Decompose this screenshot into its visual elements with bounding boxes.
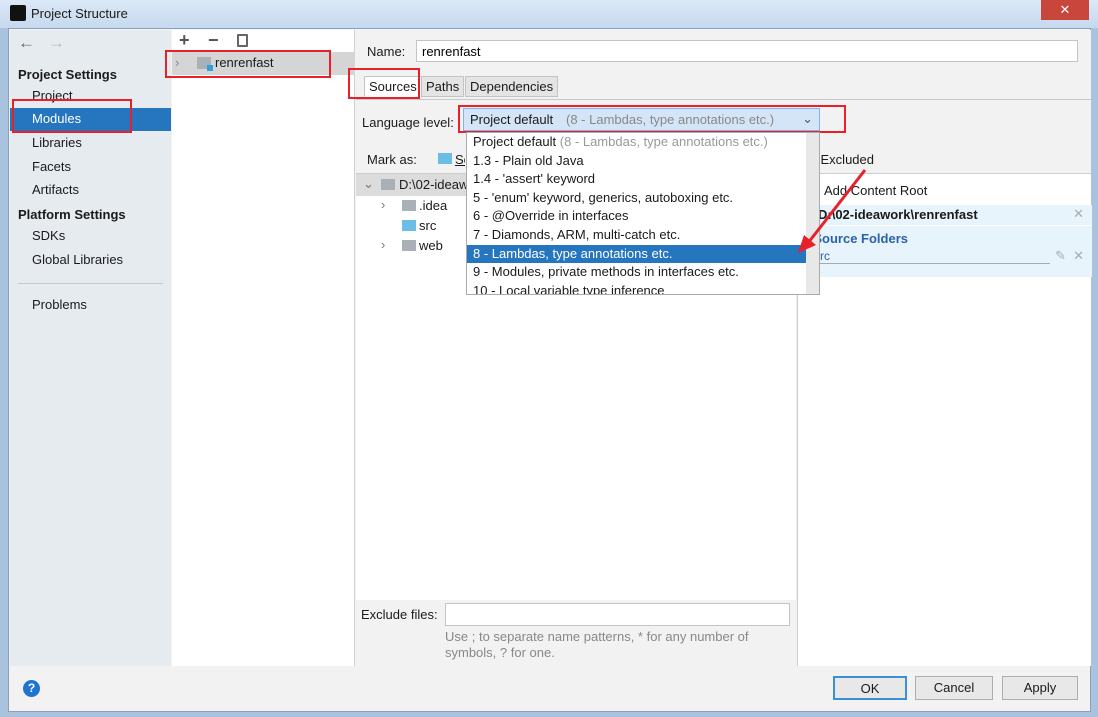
- dropdown-option[interactable]: 5 - 'enum' keyword, generics, autoboxing…: [467, 189, 819, 208]
- annotation-arrow: [798, 169, 867, 253]
- folder-icon: [402, 240, 416, 251]
- tab-paths[interactable]: Paths: [421, 76, 465, 97]
- tree-label: D:\02-ideawork\renrenfast: [399, 177, 469, 192]
- edit-pencil-icon[interactable]: ✎: [1055, 248, 1066, 264]
- section-platform-settings: Platform Settings: [18, 207, 126, 222]
- dropdown-option[interactable]: 9 - Modules, private methods in interfac…: [467, 263, 819, 282]
- folder-icon: [402, 200, 416, 211]
- annotation-box: [348, 68, 420, 99]
- copy-icon[interactable]: [237, 34, 248, 47]
- exclude-files-label: Exclude files:: [361, 607, 438, 622]
- dropdown-option[interactable]: Project default (8 - Lambdas, type annot…: [467, 133, 819, 152]
- apply-button[interactable]: Apply: [1002, 676, 1078, 700]
- annotation-box: [458, 105, 846, 133]
- title-bar: Project Structure ✕: [0, 0, 1098, 28]
- remove-icon[interactable]: −: [208, 30, 219, 51]
- window-title: Project Structure: [31, 6, 128, 21]
- forward-arrow-icon[interactable]: →: [48, 33, 65, 53]
- close-button[interactable]: ✕: [1041, 0, 1089, 20]
- dropdown-option[interactable]: 10 - Local variable type inference: [467, 282, 819, 294]
- sidebar-item-sdks[interactable]: SDKs: [32, 228, 65, 243]
- intellij-logo-icon: [10, 5, 26, 21]
- cancel-button[interactable]: Cancel: [915, 676, 993, 700]
- dropdown-option[interactable]: 6 - @Override in interfaces: [467, 207, 819, 226]
- mark-sources-button[interactable]: Sources: [455, 152, 465, 167]
- exclude-files-input[interactable]: [445, 603, 790, 626]
- tree-label: web: [419, 238, 443, 253]
- dropdown-option[interactable]: 1.3 - Plain old Java: [467, 152, 819, 171]
- back-arrow-icon[interactable]: ←: [18, 33, 35, 53]
- dropdown-option[interactable]: 7 - Diamonds, ARM, multi-catch etc.: [467, 226, 819, 245]
- mark-as-label: Mark as:: [367, 152, 417, 167]
- tree-label: src: [419, 218, 437, 233]
- sidebar-item-artifacts[interactable]: Artifacts: [32, 182, 79, 197]
- chevron-down-icon[interactable]: ⌄: [363, 176, 374, 192]
- close-icon[interactable]: ✕: [1073, 248, 1084, 264]
- section-project-settings: Project Settings: [18, 67, 117, 82]
- source-folder-icon: [402, 220, 416, 231]
- name-input[interactable]: [416, 40, 1078, 62]
- dropdown-option-selected[interactable]: 8 - Lambdas, type annotations etc.: [467, 244, 806, 264]
- sidebar-item-problems[interactable]: Problems: [32, 297, 87, 312]
- module-list: + − › renrenfast: [172, 30, 355, 666]
- chevron-right-icon[interactable]: ›: [381, 237, 385, 252]
- name-label: Name:: [367, 44, 406, 59]
- tab-dependencies[interactable]: Dependencies: [465, 76, 559, 97]
- language-level-label: Language level:: [362, 115, 454, 130]
- sidebar-item-global-libraries[interactable]: Global Libraries: [32, 252, 123, 267]
- language-level-dropdown: Project default (8 - Lambdas, type annot…: [466, 132, 820, 295]
- annotation-box: [12, 99, 132, 133]
- sources-folder-icon: [438, 153, 452, 164]
- ok-button[interactable]: OK: [833, 676, 907, 700]
- sidebar-item-libraries[interactable]: Libraries: [32, 135, 82, 150]
- add-icon[interactable]: +: [179, 30, 190, 51]
- close-icon[interactable]: ✕: [1073, 206, 1084, 222]
- annotation-box: [165, 50, 331, 78]
- divider: [18, 283, 163, 284]
- divider: [356, 99, 1091, 100]
- exclude-hint: Use ; to separate name patterns, * for a…: [445, 629, 749, 644]
- sidebar-item-facets[interactable]: Facets: [32, 159, 71, 174]
- tree-label: .idea: [419, 198, 448, 213]
- exclude-hint: symbols, ? for one.: [445, 645, 555, 660]
- chevron-right-icon[interactable]: ›: [381, 197, 385, 212]
- help-icon[interactable]: ?: [23, 680, 40, 697]
- folder-icon: [381, 179, 395, 190]
- dropdown-option[interactable]: 1.4 - 'assert' keyword: [467, 170, 819, 189]
